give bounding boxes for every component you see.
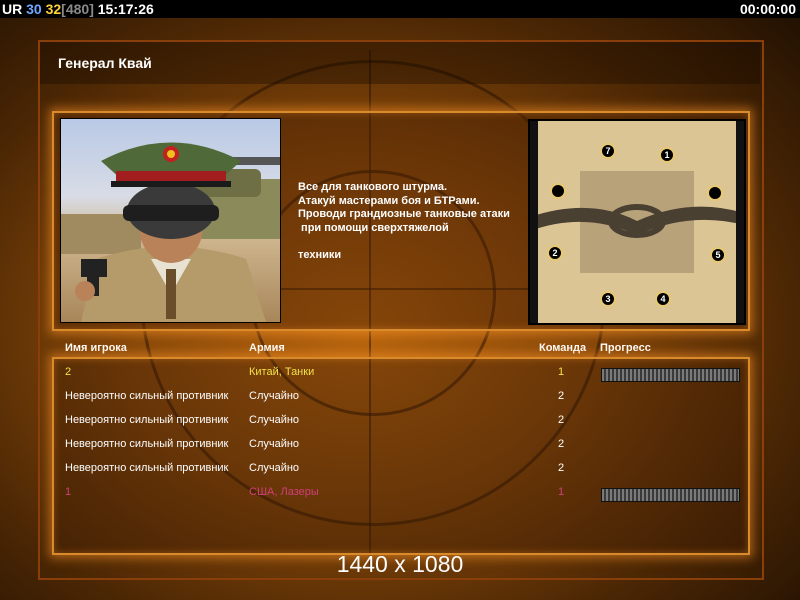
player-team: 2 <box>558 390 565 402</box>
hud-prefix: UR <box>2 1 23 17</box>
header-progress: Прогресс <box>600 342 651 354</box>
player-row: Невероятно сильный противник Случайно 2 <box>0 438 800 458</box>
resolution-label: 1440 x 1080 <box>336 551 464 577</box>
player-row: Невероятно сильный противник Случайно 2 <box>0 390 800 410</box>
player-row: Невероятно сильный противник Случайно 2 <box>0 414 800 434</box>
general-portrait-image <box>61 142 280 322</box>
player-name: Невероятно сильный противник <box>65 390 229 402</box>
progress-bar-fill <box>602 369 739 381</box>
start-position-2: 2 <box>547 245 563 261</box>
hud-bracket: [480] <box>61 1 94 17</box>
briefing-line <box>298 235 510 249</box>
player-team: 2 <box>558 462 565 474</box>
player-team: 2 <box>558 414 565 426</box>
progress-bar <box>601 488 740 502</box>
general-portrait <box>60 118 281 323</box>
player-team: 1 <box>558 366 565 378</box>
player-army: Случайно <box>249 414 300 426</box>
start-position-3: 3 <box>600 291 616 307</box>
start-position-empty-right <box>707 185 723 201</box>
player-team: 2 <box>558 438 565 450</box>
hud-clock: 15:17:26 <box>97 1 154 17</box>
general-name-title: Генерал Квай <box>58 55 152 71</box>
player-name: Невероятно сильный противник <box>65 438 229 450</box>
start-position-empty-left <box>550 183 566 199</box>
player-name: Невероятно сильный противник <box>65 462 229 474</box>
header-player-name: Имя игрока <box>65 342 127 354</box>
briefing-line: при помощи сверхтяжелой <box>298 221 449 234</box>
map-preview: 7 1 2 5 3 4 <box>528 119 746 325</box>
player-row: Невероятно сильный противник Случайно 2 <box>0 462 800 482</box>
briefing-line: Атакуй мастерами боя и БТРами. <box>298 194 480 207</box>
hud-count: 32 <box>45 1 62 17</box>
briefing-line: Все для танкового штурма. <box>298 181 447 193</box>
player-row: 1 США, Лазеры 1 <box>0 486 800 506</box>
start-position-5: 5 <box>710 247 726 263</box>
start-position-1: 1 <box>659 147 675 163</box>
mission-briefing: Все для танкового штурма. Атакуй мастера… <box>298 181 510 262</box>
start-position-7: 7 <box>600 143 616 159</box>
hud-timer: 00:00:00 <box>739 1 796 17</box>
player-army: Случайно <box>249 462 300 474</box>
briefing-line: Проводи грандиозные танковые атаки <box>298 208 510 220</box>
player-row: 2 Китай, Танки 1 <box>0 366 800 386</box>
player-army: Случайно <box>249 438 300 450</box>
progress-bar <box>601 368 740 382</box>
start-position-4: 4 <box>655 291 671 307</box>
header-army: Армия <box>249 342 285 354</box>
player-name: Невероятно сильный противник <box>65 414 229 426</box>
hud-status: UR 30 32[480] 15:17:26 <box>2 1 154 17</box>
player-name: 1 <box>65 486 72 498</box>
hud-level: 30 <box>26 1 42 17</box>
player-army: Случайно <box>249 390 300 402</box>
player-team: 1 <box>558 486 565 498</box>
briefing-line: техники <box>298 248 342 261</box>
player-name: 2 <box>65 366 72 378</box>
header-team: Команда <box>539 342 587 354</box>
map-terrain <box>530 121 744 323</box>
progress-bar-fill <box>602 489 739 501</box>
player-army: США, Лазеры <box>249 486 319 498</box>
player-army: Китай, Танки <box>249 366 315 378</box>
